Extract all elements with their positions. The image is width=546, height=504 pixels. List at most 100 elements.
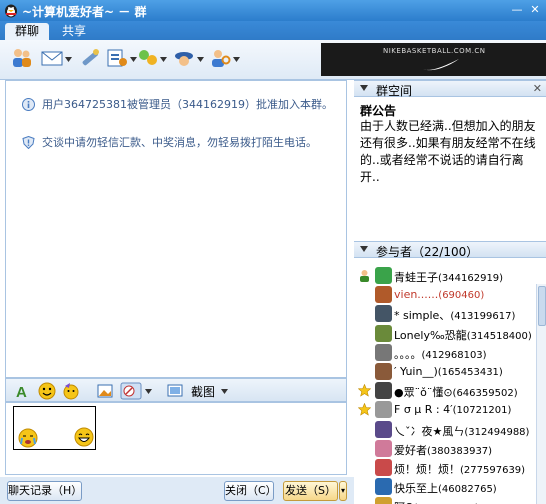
emoticon-preview [13, 406, 96, 450]
chat-history-button[interactable]: 聊天记录（H） [7, 481, 82, 501]
member-row[interactable]: 烦！烦！烦！(277597639) [354, 458, 546, 477]
member-row[interactable]: 青蛙王子(344162919) [354, 266, 546, 285]
avatar[interactable] [375, 363, 392, 380]
member-name: 。。。。(412968103) [394, 346, 487, 362]
member-name: 青蛙王子(344162919) [394, 269, 503, 285]
email-dropdown-icon[interactable] [65, 57, 72, 62]
screenshot-label[interactable]: 截图 [191, 383, 215, 400]
close-window-button[interactable]: ✕ [528, 3, 542, 17]
member-list[interactable]: 青蛙王子(344162919) vien......(690460) * simpl… [354, 264, 546, 504]
shake-icon[interactable] [120, 382, 142, 400]
screenshot-icon[interactable] [166, 382, 184, 400]
avatar[interactable] [375, 267, 392, 284]
member-name: vien......(690460) [394, 288, 484, 301]
tools-icon[interactable] [78, 46, 102, 70]
member-qq-number: (380383937) [427, 445, 493, 457]
avatar[interactable] [375, 382, 392, 400]
member-name: F σ μ R : 4′(10721201) [394, 403, 511, 416]
tab-group-chat[interactable]: 群聊 [5, 23, 49, 40]
ad-banner[interactable]: NIKEBASKETBALL.COM.CN [321, 43, 546, 76]
tab-share[interactable]: 共享 [56, 23, 92, 40]
member-nickname: ●眾¨ǒ¨懂⊙ [394, 386, 453, 400]
search-user-icon[interactable] [208, 46, 232, 70]
avatar[interactable] [375, 401, 392, 419]
avatar[interactable] [375, 478, 392, 496]
member-row[interactable]: F σ μ R : 4′(10721201) [354, 400, 546, 419]
member-row[interactable]: 阿Q(153187029) [354, 496, 546, 504]
close-icon[interactable]: ✕ [533, 82, 542, 95]
members-icon[interactable] [10, 46, 34, 70]
chevron-down-icon [360, 246, 368, 252]
magic-emoticon-icon[interactable] [62, 382, 80, 400]
member-row[interactable]: ●眾¨ǒ¨懂⊙(646359502) [354, 381, 546, 400]
chat-history[interactable]: 用户364725381被管理员（344162919）批准加入本群。 交谈中请勿轻… [5, 80, 347, 378]
send-image-icon[interactable] [96, 382, 114, 400]
notice-body: 由于人数已经满..但想加入的朋友还有很多..如果有朋友经常不在线的..或者经常不… [360, 119, 536, 184]
member-row[interactable]: 爱好者(380383937) [354, 439, 546, 458]
screenshot-dropdown-icon[interactable] [221, 389, 228, 394]
member-row[interactable]: 快乐至上(46082765) [354, 477, 546, 496]
member-row[interactable]: 。。。。(412968103) [354, 343, 546, 362]
email-icon[interactable] [40, 46, 64, 70]
member-row[interactable]: 乀ˇ冫夜★風ㄣ(312494988) [354, 420, 546, 439]
star-icon [358, 403, 371, 417]
shake-dropdown-icon[interactable] [145, 389, 152, 394]
member-qq-number: (412968103) [421, 349, 487, 361]
member-nickname: 快乐至上 [394, 482, 438, 496]
avatar[interactable] [375, 497, 392, 504]
member-row[interactable]: ′ Yuin__)(165453431) [354, 362, 546, 381]
avatar[interactable] [375, 459, 392, 476]
send-button[interactable]: 发送（S） [283, 481, 338, 501]
hat-icon[interactable] [172, 46, 196, 70]
qq-penguin-icon [5, 4, 17, 18]
title-bar: ~计算机爱好者~ － 群 — ✕ [0, 0, 546, 21]
star-icon [358, 384, 371, 397]
system-message-text: 交谈中请勿轻信汇款、中奖消息，勿轻易拨打陌生电话。 [42, 136, 317, 149]
close-button[interactable]: 关闭（C） [224, 481, 277, 501]
tab-bar: 群聊 共享 [0, 21, 546, 40]
group-space-header[interactable]: 群空间 ✕ [354, 80, 546, 98]
avatar[interactable] [375, 343, 392, 361]
svg-text:A: A [16, 384, 27, 400]
avatar[interactable] [375, 420, 392, 438]
shield-icon [22, 136, 35, 149]
member-qq-number: (413199617) [450, 311, 516, 323]
settings-icon[interactable] [105, 46, 129, 70]
message-input[interactable] [5, 402, 347, 475]
scrollbar-thumb[interactable] [538, 286, 546, 326]
minimize-button[interactable]: — [510, 3, 524, 17]
member-qq-number: (690460) [438, 290, 485, 302]
font-icon[interactable]: A [13, 382, 31, 400]
hat-dropdown-icon[interactable] [197, 57, 204, 62]
member-name: * simple、(413199617) [394, 307, 515, 323]
notice-title: 群公告 [360, 104, 397, 118]
member-nickname: 青蛙王子 [394, 271, 438, 284]
people-dropdown-icon[interactable] [160, 57, 167, 62]
send-options-dropdown[interactable]: ▾ [339, 481, 347, 501]
member-row[interactable]: * simple、(413199617) [354, 304, 546, 323]
members-header[interactable]: 参与者（22/100） [354, 241, 546, 259]
member-nickname: 烦！烦！烦！ [394, 463, 460, 476]
member-name: ′ Yuin__)(165453431) [394, 365, 503, 378]
system-message-text: 用户364725381被管理员（344162919）批准加入本群。 [42, 98, 333, 111]
member-nickname: 乀ˇ冫夜★風ㄣ [394, 424, 465, 438]
member-name: 乀ˇ冫夜★風ㄣ(312494988) [394, 423, 529, 439]
people-icon[interactable] [136, 46, 160, 70]
member-nickname: Lonely‰恐龍 [394, 328, 467, 342]
search-user-dropdown-icon[interactable] [233, 57, 240, 62]
member-nickname: 爱好者 [394, 443, 427, 457]
avatar[interactable] [375, 324, 392, 342]
member-row[interactable]: vien......(690460) [354, 285, 546, 304]
avatar[interactable] [375, 286, 392, 304]
avatar[interactable] [375, 305, 392, 323]
member-nickname: ′ Yuin__) [394, 365, 438, 378]
crying-emoticon-icon [18, 428, 38, 448]
emoticon-icon[interactable] [38, 382, 56, 400]
member-row[interactable]: Lonely‰恐龍(314518400) [354, 324, 546, 343]
system-message: 用户364725381被管理员（344162919）批准加入本群。 [22, 97, 344, 113]
member-name: ●眾¨ǒ¨懂⊙(646359502) [394, 384, 518, 400]
member-list-scrollbar[interactable] [536, 284, 546, 504]
avatar[interactable] [375, 439, 392, 457]
member-qq-number: (10721201) [452, 405, 512, 417]
member-name: 快乐至上(46082765) [394, 480, 497, 496]
